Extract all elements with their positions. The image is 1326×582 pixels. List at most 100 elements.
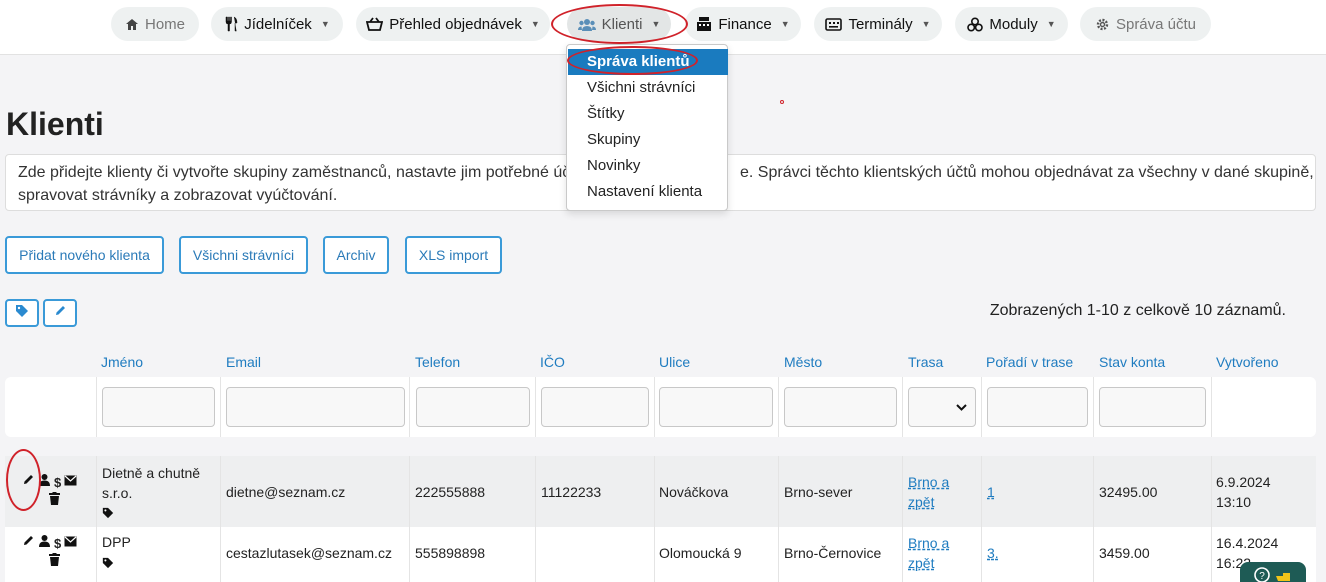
client-street: Nováčkova (659, 484, 729, 500)
divider (1211, 377, 1212, 437)
divider (409, 377, 410, 437)
clients-dropdown-menu: Správa klientů Všichni strávníci Štítky … (566, 44, 728, 211)
archive-button[interactable]: Archiv (323, 236, 389, 274)
user-icon[interactable] (38, 473, 51, 491)
column-header-balance[interactable]: Stav konta (1099, 354, 1165, 370)
filter-ico-input[interactable] (541, 387, 649, 427)
column-header-city[interactable]: Město (784, 354, 822, 370)
nav-terminals-label: Terminály (848, 15, 913, 33)
tag-icon[interactable] (102, 506, 114, 524)
divider (778, 377, 779, 437)
trash-icon[interactable] (49, 553, 60, 571)
divider (535, 527, 536, 582)
gear-icon (1095, 17, 1110, 32)
dropdown-item-news[interactable]: Novinky (568, 153, 728, 179)
envelope-icon[interactable] (64, 473, 77, 491)
nav-home-label: Home (144, 15, 185, 33)
filter-email-input[interactable] (226, 387, 405, 427)
divider (220, 527, 221, 582)
column-header-street[interactable]: Ulice (659, 354, 690, 370)
divider (1211, 456, 1212, 527)
all-diners-button[interactable]: Všichni strávníci (179, 236, 308, 274)
cubes-icon (967, 16, 984, 32)
add-client-button[interactable]: Přidat nového klienta (5, 236, 164, 274)
tag-button[interactable] (5, 299, 39, 327)
dropdown-item-tags[interactable]: Štítky (568, 101, 728, 127)
trash-icon[interactable] (49, 492, 60, 510)
divider (981, 456, 982, 527)
xls-import-button[interactable]: XLS import (405, 236, 502, 274)
client-city: Brno-sever (784, 484, 853, 500)
nav-account[interactable]: Správa účtu (1080, 7, 1211, 41)
divider (654, 377, 655, 437)
nav-finance[interactable]: Finance ▼ (685, 7, 801, 41)
column-header-phone[interactable]: Telefon (415, 354, 460, 370)
dollar-icon[interactable]: $ (54, 475, 61, 490)
keyboard-icon (825, 17, 843, 31)
info-text-line1-end: e. Správci těchto klientských účtů mohou… (740, 164, 1314, 181)
divider (981, 377, 982, 437)
nav-menu[interactable]: Jídelníček ▼ (211, 7, 343, 41)
nav-home[interactable]: Home (111, 7, 199, 41)
clients-table: $ Dietně a chutně s.r.o. dietne@seznam.c… (5, 456, 1316, 582)
divider (654, 527, 655, 582)
filter-phone-input[interactable] (416, 387, 530, 427)
divider (1211, 527, 1212, 582)
nav-menu-label: Jídelníček (244, 15, 312, 33)
created-time: 13:10 (1216, 494, 1252, 510)
dropdown-item-groups[interactable]: Skupiny (568, 127, 728, 153)
user-icon[interactable] (38, 534, 51, 552)
nav-terminals[interactable]: Terminály ▼ (814, 7, 942, 41)
nav-finance-label: Finance (718, 15, 772, 33)
column-header-created[interactable]: Vytvořeno (1216, 354, 1279, 370)
nav-account-label: Správa účtu (1115, 15, 1197, 33)
divider (1093, 456, 1094, 527)
utensils-icon (224, 16, 238, 32)
filter-row (5, 377, 1316, 437)
filter-name-input[interactable] (102, 387, 215, 427)
envelope-icon[interactable] (64, 534, 77, 552)
edit-button[interactable] (43, 299, 77, 327)
nav-orders[interactable]: Přehled objednávek ▼ (356, 7, 550, 41)
chevron-down-icon: ▼ (530, 19, 540, 29)
client-route-link[interactable]: Brno a zpět (908, 533, 949, 573)
dollar-icon[interactable]: $ (54, 536, 61, 551)
column-header-email[interactable]: Email (226, 354, 261, 370)
filter-balance-input[interactable] (1099, 387, 1206, 427)
column-header-route[interactable]: Trasa (908, 354, 943, 370)
tag-icon[interactable] (102, 556, 114, 574)
row-actions: $ (22, 534, 77, 552)
home-icon (125, 18, 139, 31)
column-header-ico[interactable]: IČO (540, 354, 565, 370)
divider (409, 527, 410, 582)
client-phone: 222555888 (415, 484, 486, 500)
route-line2: zpět (908, 494, 935, 510)
filter-street-input[interactable] (659, 387, 773, 427)
filter-route-select[interactable] (908, 387, 976, 427)
nav-modules[interactable]: Moduly ▼ (955, 7, 1068, 41)
red-dot-marker (780, 100, 784, 104)
filter-route-order-input[interactable] (987, 387, 1088, 427)
nav-clients[interactable]: Klienti ▼ (567, 7, 671, 41)
filter-city-input[interactable] (784, 387, 897, 427)
client-balance: 3459.00 (1099, 545, 1150, 561)
chevron-down-icon: ▼ (921, 19, 931, 29)
pencil-icon[interactable] (22, 534, 35, 552)
divider (1093, 377, 1094, 437)
basket-icon (366, 17, 384, 31)
nav-clients-label: Klienti (601, 15, 643, 33)
svg-text:?: ? (1259, 571, 1265, 582)
dropdown-item-client-settings[interactable]: Nastavení klienta (568, 179, 728, 205)
dropdown-item-client-management[interactable]: Správa klientů (568, 49, 728, 75)
pencil-icon[interactable] (22, 473, 35, 491)
client-email: cestazlutasek@seznam.cz (226, 545, 392, 561)
help-button[interactable]: ? (1240, 562, 1306, 582)
column-header-name[interactable]: Jméno (101, 354, 143, 370)
divider (535, 456, 536, 527)
client-route-link[interactable]: Brno a zpět (908, 472, 949, 512)
client-route-order[interactable]: 1 (987, 484, 995, 500)
client-route-order[interactable]: 3. (987, 545, 999, 561)
client-balance: 32495.00 (1099, 484, 1158, 500)
dropdown-item-all-diners[interactable]: Všichni strávníci (568, 75, 728, 101)
column-header-route-order[interactable]: Pořadí v trase (986, 354, 1073, 370)
